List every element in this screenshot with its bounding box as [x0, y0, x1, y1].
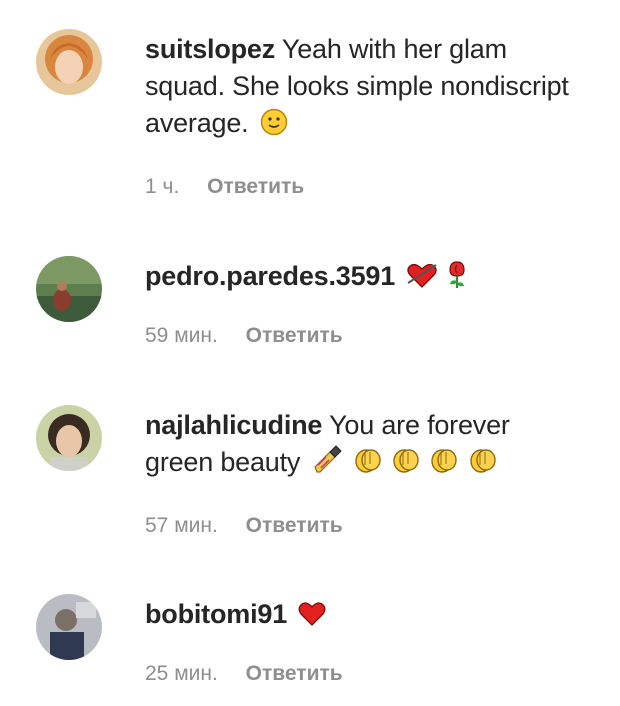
avatar[interactable]	[36, 256, 102, 322]
red-heart-icon	[298, 601, 326, 627]
clapping-hands-icon	[429, 445, 459, 475]
comment-text: suitslopez Yeah with her glam squad. She…	[145, 31, 585, 142]
comment-text: pedro.paredes.3591	[145, 258, 585, 295]
clapping-hands-icon	[391, 445, 421, 475]
reply-button[interactable]: Ответить	[207, 175, 304, 198]
comment-username[interactable]: bobitomi91	[145, 599, 287, 629]
comment-text: bobitomi91	[145, 596, 585, 633]
avatar[interactable]	[36, 405, 102, 471]
comment-meta: 25 мин. Ответить	[145, 662, 343, 686]
rose-icon	[446, 259, 468, 289]
comment-username[interactable]: pedro.paredes.3591	[145, 261, 395, 291]
comment-time: 1 ч.	[145, 175, 180, 198]
slightly-smiling-face-icon	[260, 108, 288, 136]
comment-time: 57 мин.	[145, 514, 218, 537]
clapping-hands-icon	[468, 445, 498, 475]
comment-username[interactable]: suitslopez	[145, 34, 275, 64]
reply-button[interactable]: Ответить	[246, 662, 343, 685]
reply-button[interactable]: Ответить	[246, 514, 343, 537]
avatar[interactable]	[36, 29, 102, 95]
nail-polish-icon	[312, 445, 342, 475]
comment-meta: 59 мин. Ответить	[145, 324, 343, 348]
comment-meta: 57 мин. Ответить	[145, 514, 343, 538]
comment-time: 25 мин.	[145, 662, 218, 685]
avatar[interactable]	[36, 594, 102, 660]
comment-meta: 1 ч. Ответить	[145, 175, 304, 199]
heart-with-arrow-icon	[406, 261, 438, 289]
reply-button[interactable]: Ответить	[246, 324, 343, 347]
comment-username[interactable]: najlahlicudine	[145, 410, 322, 440]
comment-text: najlahlicudine You are forever green bea…	[145, 407, 585, 481]
clapping-hands-icon	[353, 445, 383, 475]
comment-time: 59 мин.	[145, 324, 218, 347]
